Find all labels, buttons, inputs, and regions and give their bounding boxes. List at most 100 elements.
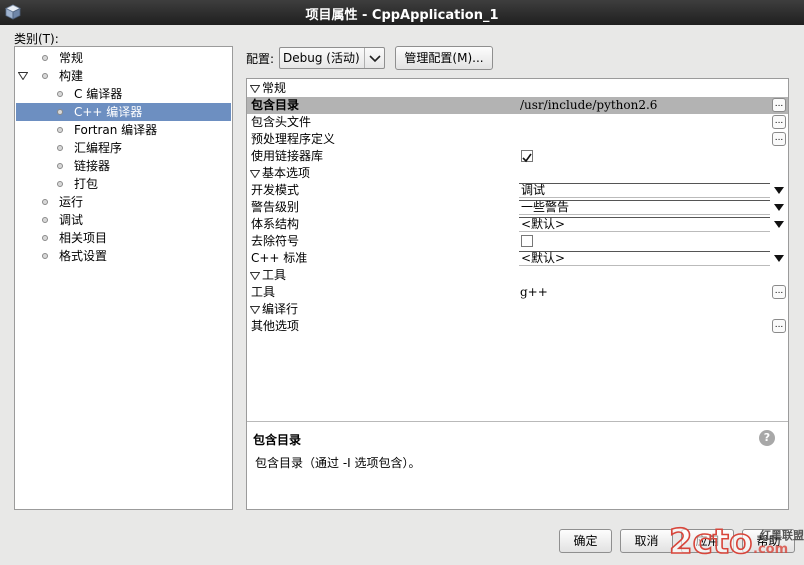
combo-arrow-icon[interactable] xyxy=(774,221,784,228)
property-row[interactable]: 包含目录/usr/include/python2.6... xyxy=(247,97,788,114)
category-item[interactable]: Fortran 编译器 xyxy=(16,121,231,139)
property-value[interactable]: g++ xyxy=(520,284,548,301)
category-label: 运行 xyxy=(59,195,84,209)
property-name: 其他选项 xyxy=(251,319,300,333)
tree-bullet-icon xyxy=(42,199,48,205)
property-name: 预处理程序定义 xyxy=(251,132,336,146)
config-selected-value: Debug (活动) xyxy=(283,51,360,65)
category-label: 链接器 xyxy=(74,159,111,173)
category-tree[interactable]: 常规构建 C 编译器 C++ 编译器 Fortran 编译器汇编程序链接器打包运行调试… xyxy=(14,46,233,510)
property-combo[interactable]: 调试 xyxy=(519,183,770,198)
ellipsis-button[interactable]: ... xyxy=(772,319,786,333)
property-section[interactable]: 常规 xyxy=(247,80,788,97)
dropdown-arrow-icon[interactable] xyxy=(364,48,384,68)
tree-bullet-icon xyxy=(57,127,63,133)
property-section[interactable]: 编译行 xyxy=(247,301,788,318)
ellipsis-button[interactable]: ... xyxy=(772,98,786,112)
window-title: 项目属性 - CppApplication_1 xyxy=(305,8,499,23)
manage-config-button[interactable]: 管理配置(M)... xyxy=(395,46,493,70)
property-row[interactable]: 开发模式 调试 xyxy=(247,182,788,199)
category-item[interactable]: 运行 xyxy=(16,193,231,211)
description-text: 包含目录（通过 -I 选项包含）。 xyxy=(255,456,421,470)
property-name: 工具 xyxy=(251,285,276,299)
category-item[interactable]: C 编译器 xyxy=(16,85,231,103)
help-question-icon[interactable]: ? xyxy=(759,430,775,446)
config-dropdown[interactable]: Debug (活动) xyxy=(279,47,385,69)
category-item[interactable]: C++ 编译器 xyxy=(16,103,231,121)
tree-bullet-icon xyxy=(42,55,48,61)
category-label: C++ 编译器 xyxy=(74,105,143,119)
property-name: 包含目录 xyxy=(251,98,300,112)
ellipsis-button[interactable]: ... xyxy=(772,285,786,299)
categories-label: 类别(T): xyxy=(14,32,59,46)
category-label: 格式设置 xyxy=(59,249,108,263)
combo-arrow-icon[interactable] xyxy=(774,187,784,194)
category-label: 构建 xyxy=(59,69,84,83)
ok-button[interactable]: 确定 xyxy=(559,529,612,553)
category-item[interactable]: 链接器 xyxy=(16,157,231,175)
property-row[interactable]: 使用链接器库 xyxy=(247,148,788,165)
property-checkbox[interactable] xyxy=(521,235,533,247)
description-divider xyxy=(247,421,788,422)
property-sheet: 常规 包含目录/usr/include/python2.6... 包含头文件... 预… xyxy=(246,78,789,510)
tree-bullet-icon xyxy=(42,235,48,241)
property-name: 基本选项 xyxy=(262,166,311,180)
tree-bullet-icon xyxy=(57,91,63,97)
property-section[interactable]: 基本选项 xyxy=(247,165,788,182)
property-row[interactable]: 体系结构 <默认> xyxy=(247,216,788,233)
property-row[interactable]: 包含头文件... xyxy=(247,114,788,131)
collapse-triangle-icon[interactable] xyxy=(250,306,260,314)
category-item[interactable]: 打包 xyxy=(16,175,231,193)
property-section[interactable]: 工具 xyxy=(247,267,788,284)
property-combo[interactable]: <默认> xyxy=(519,251,770,266)
category-label: 常规 xyxy=(59,51,84,65)
category-item[interactable]: 汇编程序 xyxy=(16,139,231,157)
property-name: 包含头文件 xyxy=(251,115,312,129)
property-row[interactable]: 其他选项... xyxy=(247,318,788,335)
property-combo[interactable]: 一些警告 xyxy=(519,200,770,215)
collapse-triangle-icon[interactable] xyxy=(250,85,260,93)
property-row[interactable]: 去除符号 xyxy=(247,233,788,250)
cancel-button[interactable]: 取消 xyxy=(620,529,673,553)
config-label: 配置: xyxy=(246,52,275,66)
checkmark-icon xyxy=(522,153,532,163)
property-name: 体系结构 xyxy=(251,217,300,231)
ellipsis-button[interactable]: ... xyxy=(772,115,786,129)
title-bar: 项目属性 - CppApplication_1 xyxy=(0,0,804,25)
property-checkbox[interactable] xyxy=(521,150,533,163)
category-item[interactable]: 调试 xyxy=(16,211,231,229)
ellipsis-button[interactable]: ... xyxy=(772,132,786,146)
property-name: 去除符号 xyxy=(251,234,300,248)
tree-bullet-icon xyxy=(42,73,48,79)
tree-bullet-icon xyxy=(42,253,48,259)
category-item[interactable]: 格式设置 xyxy=(16,247,231,265)
svg-text:2cto: 2cto xyxy=(669,522,752,562)
property-name: 警告级别 xyxy=(251,200,300,214)
category-item[interactable]: 相关项目 xyxy=(16,229,231,247)
property-name: C++ 标准 xyxy=(251,251,308,265)
category-item[interactable]: 常规 xyxy=(16,49,231,67)
property-value[interactable]: /usr/include/python2.6 xyxy=(520,97,657,114)
collapse-triangle-icon[interactable] xyxy=(250,170,260,178)
category-label: 汇编程序 xyxy=(74,141,123,155)
combo-arrow-icon[interactable] xyxy=(774,255,784,262)
tree-bullet-icon xyxy=(57,109,63,115)
tree-bullet-icon xyxy=(42,217,48,223)
property-row[interactable]: 预处理程序定义... xyxy=(247,131,788,148)
property-name: 开发模式 xyxy=(251,183,300,197)
svg-text:.com: .com xyxy=(753,542,788,557)
description-title: 包含目录 xyxy=(253,433,302,447)
category-item[interactable]: 构建 xyxy=(16,67,231,85)
property-row[interactable]: 警告级别 一些警告 xyxy=(247,199,788,216)
property-name: 使用链接器库 xyxy=(251,149,324,163)
combo-arrow-icon[interactable] xyxy=(774,204,784,211)
watermark-text: 红黑联盟 xyxy=(760,529,804,542)
property-name: 常规 xyxy=(262,81,287,95)
collapse-triangle-icon[interactable] xyxy=(250,272,260,280)
property-row[interactable]: 工具 g++... xyxy=(247,284,788,301)
expand-triangle-icon[interactable] xyxy=(18,72,28,80)
property-row[interactable]: C++ 标准 <默认> xyxy=(247,250,788,267)
property-combo[interactable]: <默认> xyxy=(519,217,770,232)
property-name: 编译行 xyxy=(262,302,299,316)
category-label: 相关项目 xyxy=(59,231,108,245)
